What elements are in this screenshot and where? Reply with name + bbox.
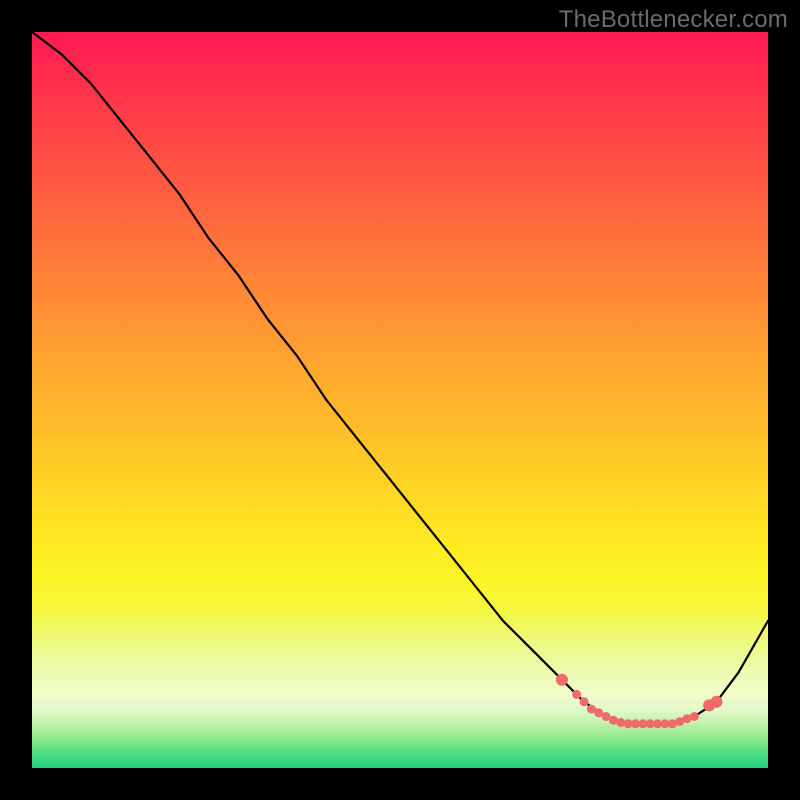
optimal-marker	[580, 697, 589, 706]
bottleneck-curve	[32, 32, 768, 724]
optimal-marker	[572, 690, 581, 699]
optimal-marker	[690, 712, 699, 721]
optimal-range-markers	[556, 674, 723, 729]
chart-frame: TheBottlenecker.com	[0, 0, 800, 800]
watermark-text: TheBottlenecker.com	[559, 6, 788, 34]
chart-svg	[32, 32, 768, 768]
optimal-marker	[711, 696, 723, 708]
plot-area	[32, 32, 768, 768]
curve-path	[32, 32, 768, 724]
optimal-marker	[556, 674, 568, 686]
